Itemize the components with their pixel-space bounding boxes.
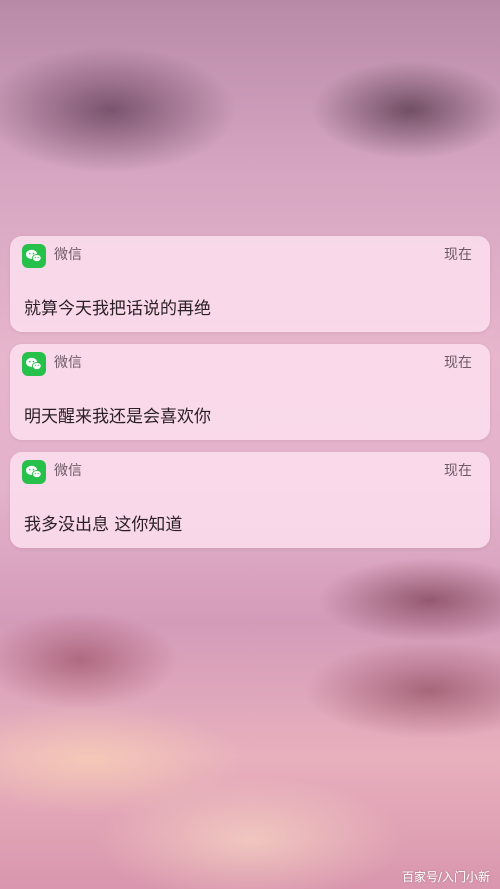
notification-time: 现在 — [444, 463, 472, 479]
notification-time: 现在 — [444, 355, 472, 371]
notification-message: 我多没出息 这你知道 — [24, 515, 183, 535]
notification-time: 现在 — [444, 247, 472, 263]
notification-card[interactable]: 微信 现在 就算今天我把话说的再绝 — [10, 236, 490, 332]
notification-card[interactable]: 微信 现在 明天醒来我还是会喜欢你 — [10, 344, 490, 440]
wechat-icon — [22, 244, 46, 268]
wechat-icon — [22, 352, 46, 376]
notification-message: 就算今天我把话说的再绝 — [24, 299, 211, 319]
notification-app-name: 微信 — [54, 247, 82, 263]
notification-message: 明天醒来我还是会喜欢你 — [24, 407, 211, 427]
notification-app-name: 微信 — [54, 463, 82, 479]
wechat-icon — [22, 460, 46, 484]
notification-app-name: 微信 — [54, 355, 82, 371]
notification-card[interactable]: 微信 现在 我多没出息 这你知道 — [10, 452, 490, 548]
watermark: 百家号/入门小新 — [401, 870, 490, 884]
wallpaper-pink-sky — [0, 0, 500, 889]
